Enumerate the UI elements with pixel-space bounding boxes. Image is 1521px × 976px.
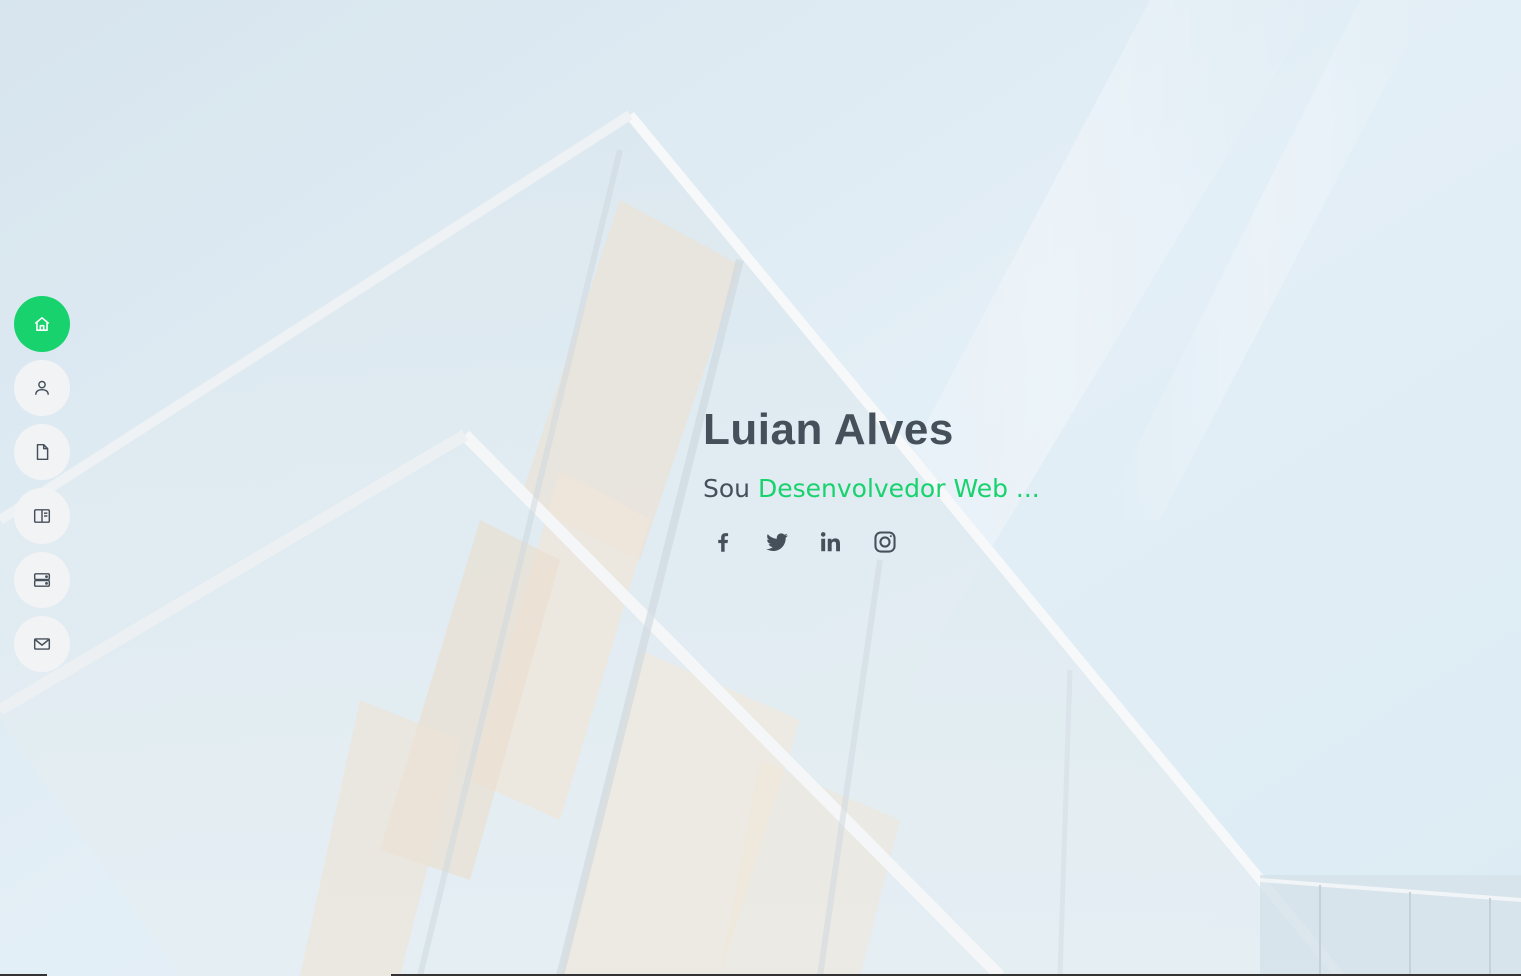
nav-contact-button[interactable] xyxy=(14,616,70,672)
instagram-icon xyxy=(874,531,896,553)
hero-typed-role: Desenvolvedor Web ... xyxy=(757,474,1040,503)
twitter-icon xyxy=(766,533,788,551)
book-icon xyxy=(33,509,51,523)
side-navigation xyxy=(14,296,70,672)
hero-name: Luian Alves xyxy=(703,405,954,454)
nav-portfolio-button[interactable] xyxy=(14,488,70,544)
facebook-icon xyxy=(718,533,729,552)
linkedin-icon xyxy=(820,532,840,552)
hero-subtitle: Sou Desenvolvedor Web ... xyxy=(703,472,1040,506)
person-icon xyxy=(35,380,49,395)
nav-home-button[interactable] xyxy=(14,296,70,352)
facebook-link[interactable] xyxy=(707,526,739,558)
instagram-link[interactable] xyxy=(869,526,901,558)
file-icon xyxy=(36,443,49,461)
twitter-link[interactable] xyxy=(761,526,793,558)
nav-about-button[interactable] xyxy=(14,360,70,416)
server-icon xyxy=(33,573,51,587)
envelope-icon xyxy=(33,638,51,650)
home-icon xyxy=(34,317,50,331)
linkedin-link[interactable] xyxy=(815,526,847,558)
nav-resume-button[interactable] xyxy=(14,424,70,480)
social-links xyxy=(703,526,1040,558)
nav-services-button[interactable] xyxy=(14,552,70,608)
hero-intro-prefix: Sou xyxy=(703,474,751,503)
hero-content: Luian Alves Sou Desenvolvedor Web ... xyxy=(703,400,1040,558)
